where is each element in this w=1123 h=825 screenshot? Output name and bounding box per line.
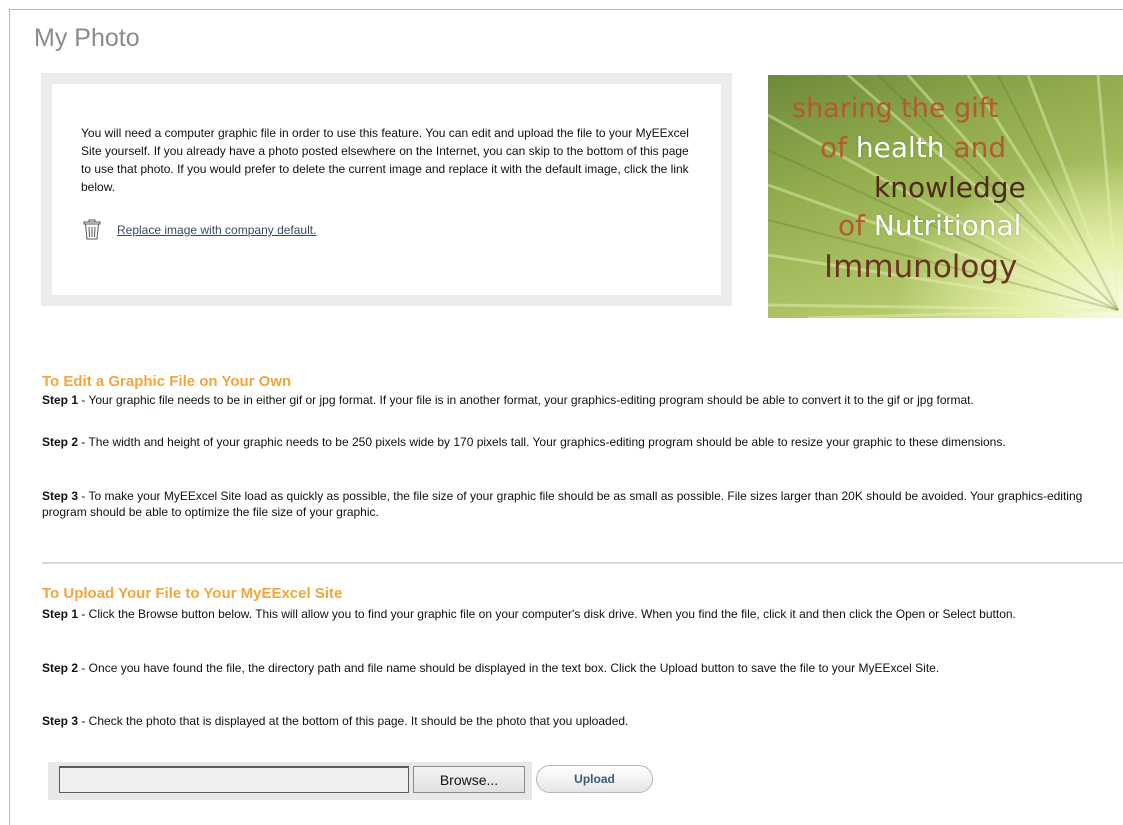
trash-icon[interactable] bbox=[81, 219, 103, 241]
replace-image-link[interactable]: Replace image with company default. bbox=[117, 223, 316, 237]
banner-line-5: Immunology bbox=[824, 249, 1018, 285]
banner-line-2: of health and bbox=[820, 131, 1006, 164]
banner-line-3: knowledge bbox=[874, 171, 1026, 204]
banner-line-1: sharing the gift bbox=[792, 93, 999, 124]
notice-box: You will need a computer graphic file in… bbox=[41, 73, 732, 306]
notice-text: You will need a computer graphic file in… bbox=[81, 126, 689, 194]
browse-button[interactable]: Browse... bbox=[413, 766, 525, 793]
edit-step-2-label: Step 2 bbox=[42, 435, 79, 449]
edit-step-1-text: - Your graphic file needs to be in eithe… bbox=[78, 393, 974, 407]
upload-step-1-label: Step 1 bbox=[42, 607, 79, 621]
upload-step-2: Step 2 - Once you have found the file, t… bbox=[42, 660, 1123, 676]
banner-line-2-pre: of bbox=[820, 131, 856, 164]
edit-step-2-text: - The width and height of your graphic n… bbox=[78, 435, 1006, 449]
page-title: My Photo bbox=[34, 24, 140, 52]
edit-step-1-label: Step 1 bbox=[42, 393, 79, 407]
edit-step-3: Step 3 - To make your MyEExcel Site load… bbox=[42, 488, 1123, 520]
edit-step-3-text: - To make your MyEExcel Site load as qui… bbox=[42, 489, 1083, 519]
banner-line-2-post: and bbox=[944, 131, 1007, 164]
edit-step-1: Step 1 - Your graphic file needs to be i… bbox=[42, 392, 1123, 408]
upload-step-1: Step 1 - Click the Browse button below. … bbox=[42, 606, 1123, 622]
edit-step-2: Step 2 - The width and height of your gr… bbox=[42, 434, 1123, 450]
upload-step-3-label: Step 3 bbox=[42, 714, 79, 728]
section-divider bbox=[42, 562, 1123, 564]
banner-line-4: of Nutritional bbox=[838, 209, 1021, 242]
edit-section-heading: To Edit a Graphic File on Your Own bbox=[42, 373, 292, 390]
upload-button[interactable]: Upload bbox=[536, 765, 653, 793]
upload-step-3: Step 3 - Check the photo that is display… bbox=[42, 713, 1123, 729]
banner-line-2-bold: health bbox=[855, 131, 945, 164]
banner-line-4-pre: of bbox=[838, 209, 874, 242]
file-upload-control: Browse... bbox=[48, 762, 532, 800]
upload-step-2-text: - Once you have found the file, the dire… bbox=[78, 661, 940, 675]
notice-inner: You will need a computer graphic file in… bbox=[52, 84, 721, 295]
banner-image: sharing the gift of health and knowledge… bbox=[768, 75, 1123, 318]
upload-step-3-text: - Check the photo that is displayed at t… bbox=[78, 714, 629, 728]
upload-step-2-label: Step 2 bbox=[42, 661, 79, 675]
upload-section-heading: To Upload Your File to Your MyEExcel Sit… bbox=[42, 585, 343, 602]
upload-step-1-text: - Click the Browse button below. This wi… bbox=[78, 607, 1016, 621]
file-path-input[interactable] bbox=[59, 766, 409, 793]
replace-image-row: Replace image with company default. bbox=[81, 219, 693, 241]
edit-step-3-label: Step 3 bbox=[42, 489, 79, 503]
banner-line-4-post: Nutritional bbox=[873, 209, 1022, 242]
